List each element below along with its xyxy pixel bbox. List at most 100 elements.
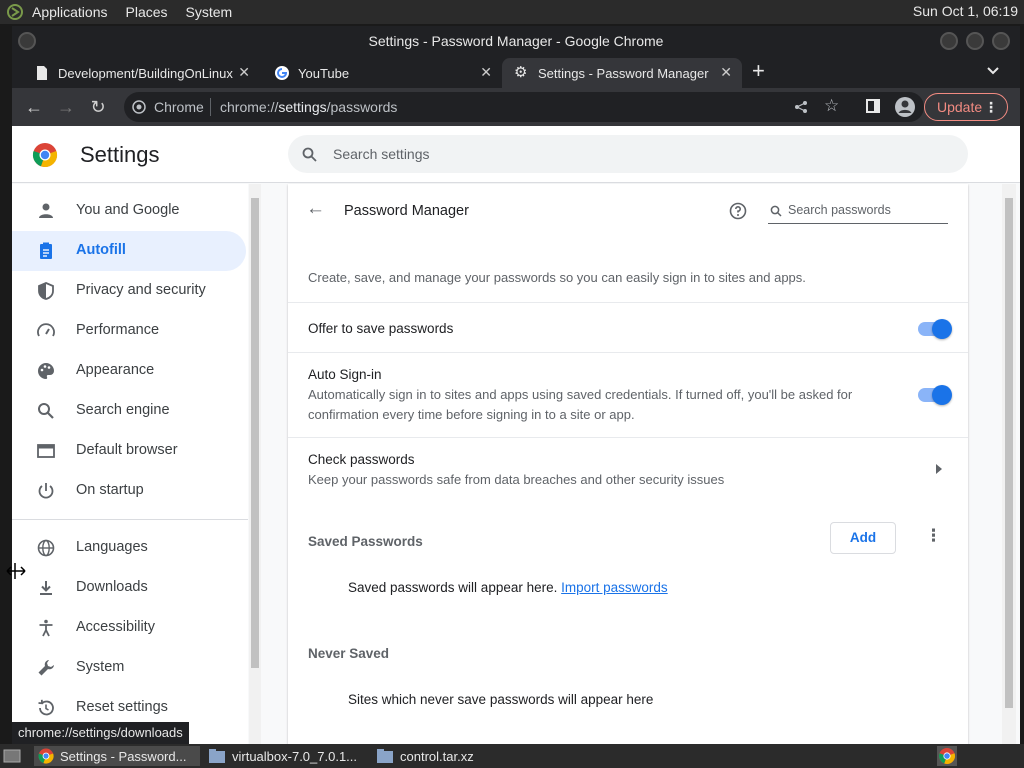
window-titlebar[interactable]: Settings - Password Manager - Google Chr… [12, 26, 1020, 56]
tab-search-chevron-down-icon[interactable] [986, 66, 1000, 76]
desktop-taskbar: Settings - Password... virtualbox-7.0_7.… [0, 744, 1024, 768]
chevron-right-icon[interactable] [935, 464, 943, 474]
gear-icon: ⚙ [514, 64, 528, 81]
chrome-logo-icon [132, 100, 146, 114]
sidebar-item-accessibility[interactable]: Accessibility [12, 608, 246, 648]
sidebar-item-languages[interactable]: Languages [12, 528, 246, 568]
settings-header: Settings Search settings [12, 126, 1020, 183]
sidebar-item-system[interactable]: System [12, 648, 246, 688]
password-manager-description: Create, save, and manage your passwords … [308, 270, 806, 285]
history-icon [38, 699, 54, 716]
sidebar-item-label: Autofill [76, 242, 126, 258]
new-tab-icon[interactable]: + [752, 58, 765, 84]
bookmark-star-icon[interactable]: ☆ [824, 96, 839, 116]
speedometer-icon [37, 323, 55, 337]
forward-arrow-icon[interactable]: → [56, 97, 76, 117]
url-host: settings [278, 99, 327, 115]
profile-avatar-icon[interactable] [894, 96, 916, 118]
reload-icon[interactable]: ↻ [88, 97, 108, 117]
sidebar-item-performance[interactable]: Performance [12, 311, 246, 351]
check-passwords-row[interactable]: Check passwords Keep your passwords safe… [288, 437, 968, 499]
search-settings-placeholder: Search settings [333, 146, 430, 162]
help-icon[interactable] [729, 202, 747, 220]
tab-youtube[interactable]: YouTube ✕ [262, 58, 502, 88]
panel-clock[interactable]: Sun Oct 1, 06:19 [913, 3, 1018, 19]
taskbar-item-virtualbox[interactable]: virtualbox-7.0_7.0.1... [206, 746, 366, 766]
auto-signin-toggle[interactable] [918, 385, 952, 405]
content-scrollbar-thumb[interactable] [1005, 198, 1013, 708]
offer-to-save-row[interactable]: Offer to save passwords [288, 302, 968, 352]
search-icon [38, 403, 54, 419]
close-tab-icon[interactable]: ✕ [720, 64, 732, 81]
close-tab-icon[interactable]: ✕ [238, 64, 250, 81]
toggle-knob [932, 385, 952, 405]
more-actions-kebab-icon[interactable]: ⋮ [925, 526, 942, 546]
document-icon [37, 66, 47, 80]
kebab-menu-icon[interactable]: ⋮ [984, 94, 998, 120]
search-icon [302, 147, 317, 162]
import-passwords-link[interactable]: Import passwords [561, 580, 668, 595]
search-passwords-input[interactable]: Search passwords [768, 200, 948, 224]
menu-places[interactable]: Places [126, 4, 168, 20]
auto-signin-row[interactable]: Auto Sign-in Automatically sign in to si… [288, 352, 968, 437]
taskbar-item-label: Settings - Password... [60, 748, 187, 764]
close-tab-icon[interactable]: ✕ [480, 64, 492, 81]
side-panel-icon[interactable] [866, 99, 880, 113]
sidebar-item-privacy-and-security[interactable]: Privacy and security [12, 271, 246, 311]
sidebar-item-default-browser[interactable]: Default browser [12, 431, 246, 471]
offer-to-save-toggle[interactable] [918, 319, 952, 339]
add-label: Add [849, 530, 877, 545]
maximize-button[interactable] [966, 32, 984, 50]
sidebar-scrollbar[interactable] [249, 184, 261, 744]
chrome-tray-icon[interactable] [937, 746, 957, 766]
sidebar-item-label: On startup [76, 482, 144, 498]
sidebar-item-label: Downloads [76, 579, 148, 595]
desktop-top-panel: Applications Places System Sun Oct 1, 06… [0, 0, 1024, 24]
menu-applications[interactable]: Applications [32, 4, 108, 20]
distro-logo-icon[interactable] [6, 3, 24, 21]
sidebar-scrollbar-thumb[interactable] [251, 198, 259, 668]
sidebar-item-autofill[interactable]: Autofill [12, 231, 246, 271]
search-settings-input[interactable]: Search settings [288, 135, 968, 173]
tab-settings-password-manager[interactable]: ⚙ Settings - Password Manager ✕ [502, 58, 742, 88]
tab-development[interactable]: Development/BuildingOnLinux ✕ [22, 58, 260, 88]
add-password-button[interactable]: Add [830, 522, 896, 554]
back-arrow-icon[interactable]: ← [24, 97, 44, 117]
taskbar-item-chrome[interactable]: Settings - Password... [34, 746, 200, 766]
taskbar-item-control-archive[interactable]: control.tar.xz [374, 746, 524, 766]
sidebar-item-label: Privacy and security [76, 282, 206, 298]
sidebar-item-appearance[interactable]: Appearance [12, 351, 246, 391]
toggle-knob [932, 319, 952, 339]
window-menu-button[interactable] [18, 32, 36, 50]
sidebar-item-downloads[interactable]: Downloads [12, 568, 246, 608]
chrome-window: Settings - Password Manager - Google Chr… [12, 26, 1020, 744]
browser-toolbar: ← → ↻ Chrome chrome://settings/passwords… [12, 88, 1020, 126]
saved-passwords-heading: Saved Passwords [308, 534, 423, 549]
check-passwords-description: Keep your passwords safe from data breac… [308, 472, 725, 487]
close-window-button[interactable] [992, 32, 1010, 50]
back-arrow-icon[interactable]: ← [306, 198, 325, 220]
menu-system[interactable]: System [186, 4, 233, 20]
minimize-button[interactable] [940, 32, 958, 50]
file-manager-icon [209, 749, 225, 763]
share-icon[interactable] [794, 100, 808, 114]
settings-page: Settings Search settings You and Google … [12, 126, 1020, 744]
person-icon [39, 203, 53, 218]
sidebar-item-label: Accessibility [76, 619, 155, 635]
url-text[interactable]: chrome://settings/passwords [220, 99, 397, 115]
clipboard-icon [40, 242, 52, 259]
accessibility-icon [39, 619, 53, 637]
url-prefix: chrome:// [220, 99, 279, 115]
site-chip[interactable]: Chrome [154, 99, 204, 115]
chrome-logo-icon [38, 748, 54, 764]
update-button[interactable]: Update ⋮ [924, 93, 1008, 121]
address-bar[interactable]: Chrome chrome://settings/passwords ☆ [124, 92, 924, 122]
sidebar-item-search-engine[interactable]: Search engine [12, 391, 246, 431]
sidebar-item-you-and-google[interactable]: You and Google [12, 191, 246, 231]
content-scrollbar[interactable] [1002, 184, 1016, 744]
settings-sidebar: You and Google Autofill Privacy and secu… [12, 184, 248, 744]
tab-strip: Development/BuildingOnLinux ✕ YouTube ✕ … [12, 56, 1020, 88]
show-desktop-icon[interactable] [3, 747, 21, 765]
sidebar-item-on-startup[interactable]: On startup [12, 471, 246, 511]
sidebar-item-label: Performance [76, 322, 160, 338]
